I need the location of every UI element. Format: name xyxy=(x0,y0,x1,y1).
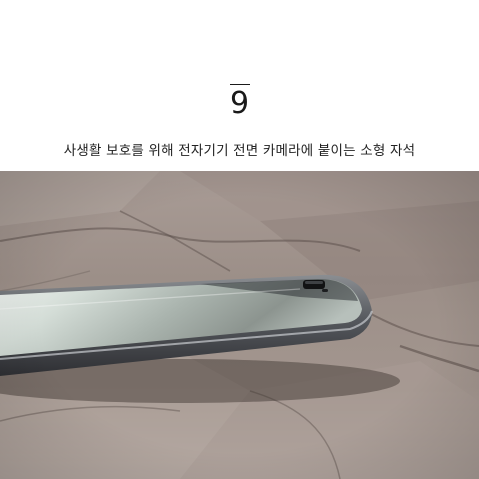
number-rule xyxy=(230,84,250,85)
page-caption: 사생활 보호를 위해 전자기기 전면 카메라에 붙이는 소형 자석 xyxy=(63,143,416,159)
page-number: 9 xyxy=(229,86,250,121)
product-photo xyxy=(0,171,479,479)
